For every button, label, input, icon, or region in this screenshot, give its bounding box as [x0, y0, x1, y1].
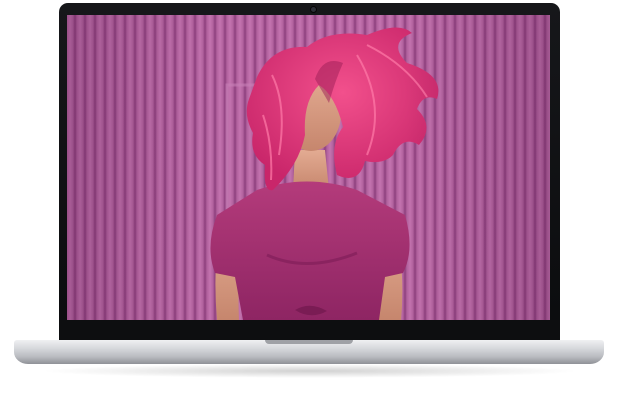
lid-opening-notch — [265, 340, 353, 344]
shirt-knot — [295, 305, 327, 316]
laptop-shadow — [40, 364, 580, 378]
shirt-fold — [266, 251, 358, 265]
bottom-bezel — [59, 320, 560, 341]
laptop-screen — [67, 15, 550, 320]
face — [281, 75, 341, 151]
hair-strands — [262, 44, 428, 181]
left-arm — [215, 230, 243, 320]
right-arm — [373, 230, 403, 320]
neck — [293, 150, 329, 190]
hair-shadow — [315, 61, 343, 103]
laptop — [0, 0, 617, 402]
shirt — [210, 181, 410, 320]
door-frame — [225, 83, 269, 227]
hair — [246, 27, 439, 191]
woman-photo — [210, 27, 439, 320]
webcam-icon — [311, 7, 316, 12]
